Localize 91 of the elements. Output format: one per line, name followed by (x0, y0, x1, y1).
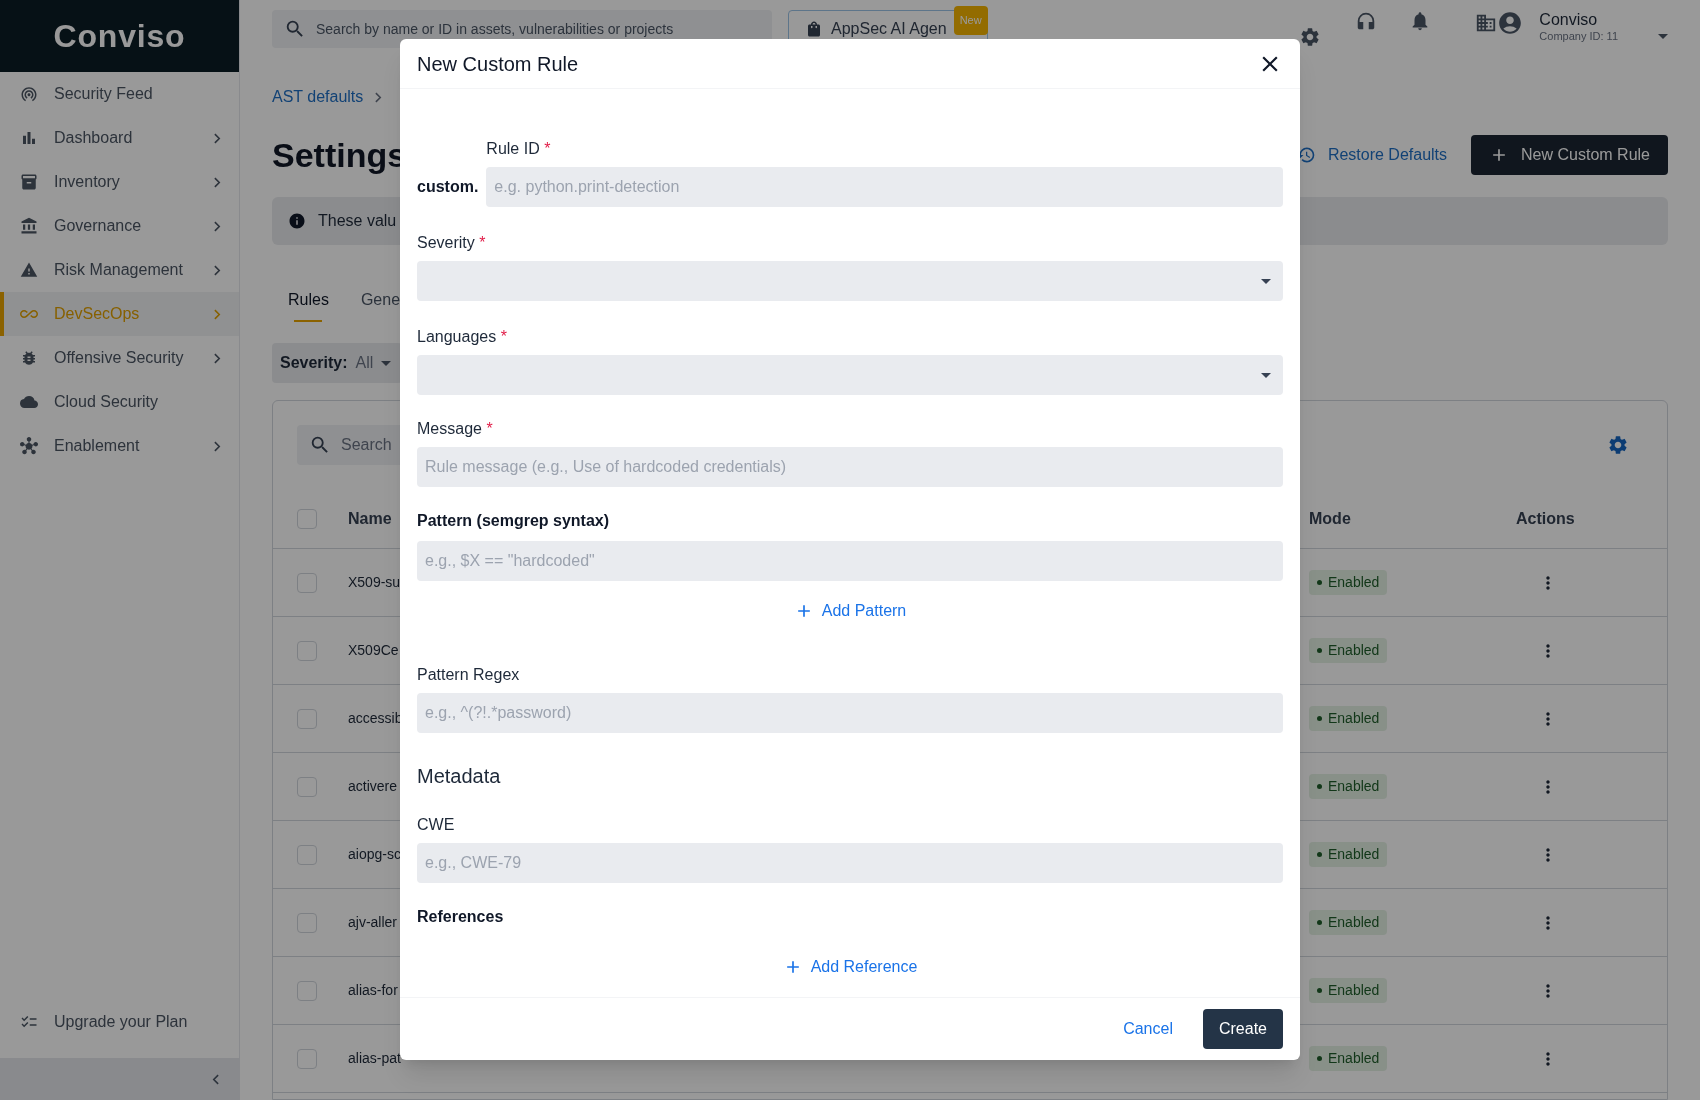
table-cell-text: X509Ce (348, 641, 399, 660)
bar-chart-icon (20, 129, 38, 147)
caret-icon (381, 360, 392, 366)
settings-icon[interactable] (1607, 434, 1629, 456)
row-checkbox[interactable] (297, 1048, 317, 1069)
sidebar-item[interactable]: Offensive Security (0, 336, 239, 380)
column-header: Name (348, 508, 392, 529)
table-cell-text: X509-su (348, 573, 401, 592)
column-header: Actions (1516, 508, 1575, 529)
field-label: Message * (417, 419, 494, 440)
dialog-title: New Custom Rule (417, 51, 580, 77)
input-field[interactable]: e.g. python.print-detection (486, 167, 1283, 208)
row-checkbox[interactable] (297, 844, 317, 865)
status-badge: Enabled (1309, 978, 1388, 1003)
table-cell-text: activere (348, 777, 398, 796)
field-label: Languages * (417, 327, 508, 348)
logo[interactable]: Conviso (53, 12, 186, 60)
row-checkbox[interactable] (297, 912, 317, 933)
column-header: Mode (1309, 508, 1351, 529)
row-checkbox[interactable] (297, 640, 317, 661)
status-badge: Enabled (1309, 638, 1388, 663)
select-field[interactable] (417, 261, 1283, 302)
sidebar-item[interactable]: Governance (0, 204, 239, 248)
new-custom-rule-button[interactable]: New Custom Rule (1471, 135, 1668, 175)
field-label: CWE (417, 815, 456, 836)
add-link[interactable]: Add Reference (782, 951, 918, 984)
prefix-label: custom. (417, 177, 479, 198)
sidebar-item[interactable]: Enablement (0, 424, 239, 468)
section-heading: References (417, 907, 505, 928)
input-field[interactable]: e.g., CWE-79 (417, 843, 1283, 884)
settings-icon[interactable] (1299, 26, 1322, 48)
input-field[interactable]: Rule message (e.g., Use of hardcoded credentials) (417, 447, 1283, 488)
upgrade-plan-link[interactable]: Upgrade your Plan (0, 1000, 239, 1044)
severity-filter[interactable]: Severity: All (272, 343, 402, 383)
header-checkbox[interactable] (297, 508, 317, 529)
bag-icon (805, 20, 823, 38)
status-badge: Enabled (1309, 774, 1388, 799)
page-title: Settings (272, 134, 407, 176)
user-avatar-icon[interactable] (1497, 10, 1524, 36)
input-field[interactable]: e.g., $X == "hardcoded" (417, 541, 1283, 582)
status-badge: Enabled (1309, 1046, 1388, 1071)
section-heading: Pattern (semgrep syntax) (417, 511, 611, 532)
create-button[interactable]: Create (1202, 1009, 1283, 1050)
sidebar-item[interactable]: Dashboard (0, 116, 239, 160)
banner-text: These valu (318, 211, 397, 231)
sidebar-item[interactable]: Cloud Security (0, 380, 239, 424)
table-cell-text: aiopg-sc (348, 845, 401, 864)
table-cell-text: alias-for (348, 981, 398, 1000)
search-icon (309, 434, 331, 456)
row-checkbox[interactable] (297, 708, 317, 729)
tab[interactable]: Gene (360, 281, 401, 329)
info-icon (288, 212, 306, 230)
status-badge: Enabled (1309, 910, 1388, 935)
select-field[interactable] (417, 355, 1283, 396)
sidebar-item[interactable]: Inventory (0, 160, 239, 204)
caret-icon[interactable] (1658, 34, 1668, 39)
caret-icon (1261, 278, 1271, 284)
company-id: Company ID: 11 (1539, 30, 1618, 44)
breadcrumb-link[interactable]: AST defaults (272, 85, 364, 109)
sidebar-item[interactable]: Risk Management (0, 248, 239, 292)
row-checkbox[interactable] (297, 980, 317, 1001)
table-cell-text: alias-pat (348, 1049, 401, 1068)
status-badge: Enabled (1309, 570, 1388, 595)
status-badge: Enabled (1309, 842, 1388, 867)
field-label: Pattern Regex (417, 665, 521, 686)
section-title: Metadata (417, 764, 502, 790)
hub-icon (20, 437, 38, 455)
bug-icon (20, 349, 38, 367)
add-link[interactable]: Add Pattern (793, 595, 907, 628)
cloud-icon (20, 393, 38, 411)
row-checkbox[interactable] (297, 776, 317, 797)
chevron-right-icon (375, 91, 383, 103)
field-label: Severity * (417, 233, 487, 254)
new-badge: New (953, 6, 988, 35)
field-label: Rule ID * (486, 139, 552, 160)
cancel-button[interactable]: Cancel (1111, 1009, 1185, 1050)
archive-icon (20, 173, 38, 191)
building-icon (1475, 12, 1498, 34)
search-icon (284, 18, 306, 40)
sidebar-item[interactable]: Security Feed (0, 72, 239, 116)
input-field[interactable]: e.g., ^(?!.*password) (417, 693, 1283, 734)
table-cell-text: ajv-aller (348, 913, 397, 932)
tab[interactable]: Rules (288, 281, 329, 329)
chevron-left-icon (212, 1073, 219, 1085)
caret-icon (1261, 372, 1271, 378)
bank-icon (20, 217, 38, 235)
warning-icon (20, 261, 38, 279)
row-checkbox[interactable] (297, 572, 317, 593)
status-badge: Enabled (1309, 706, 1388, 731)
user-name: Conviso (1539, 10, 1599, 30)
signal-icon (20, 85, 38, 103)
